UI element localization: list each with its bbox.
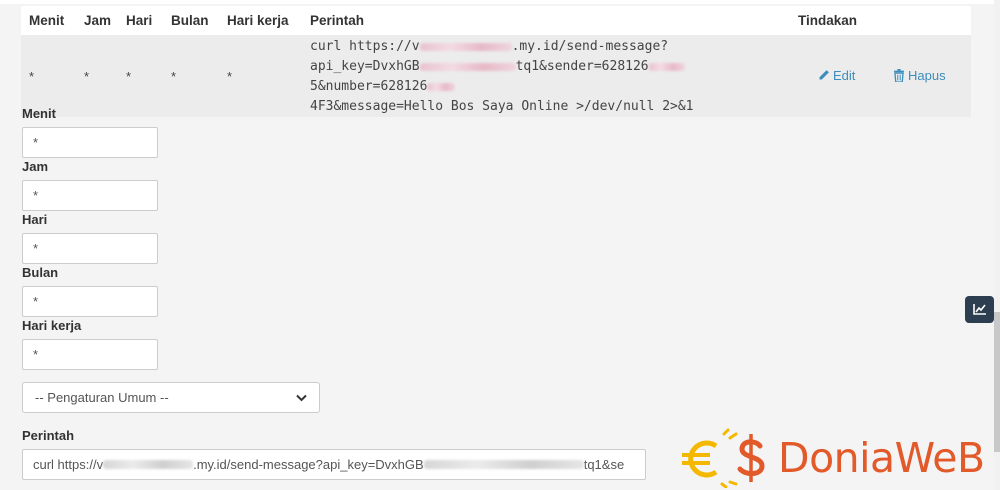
day-label: Hari [22,212,48,227]
top-strip [0,0,994,4]
header-month: Bulan [163,6,219,35]
header-minute: Menit [21,6,76,35]
redacted-text [103,460,194,469]
cell-command: curl https://v .my.id/send-message? api_k… [302,35,790,117]
command-line-1: curl https://v .my.id/send-message? [310,39,669,54]
redacted-text [419,42,512,51]
trash-icon [894,68,904,82]
scrollbar-thumb[interactable] [994,312,1000,452]
command-line-2: api_key=DvxhGB tq1&sender=6281265&number=… [310,57,790,97]
redacted-text [419,62,516,71]
stats-side-button[interactable] [965,296,994,323]
command-line-3: 4F3&message=Hello Bos Saya Online >/dev/… [310,99,694,114]
redacted-text [427,82,456,91]
header-command: Perintah [302,6,790,35]
month-input[interactable] [22,286,158,317]
cell-month: * [163,35,219,117]
cell-delete: Hapus [865,35,971,117]
cell-day: * [118,35,163,117]
table-header-row: Menit Jam Hari Bulan Hari kerja Perintah… [21,6,971,35]
chevron-down-icon [296,394,307,401]
table-row: * * * * * curl https://v .my.id/send-mess… [21,35,971,117]
cell-edit: Edit [790,35,865,117]
command-input[interactable]: curl https://v .my.id/send-message?api_ke… [22,449,646,480]
hour-label: Jam [22,159,49,174]
header-hour: Jam [76,6,118,35]
minute-input[interactable] [22,127,158,158]
preset-select[interactable]: -- Pengaturan Umum -- [22,382,320,413]
watermark-logo: DoniaWeB [676,428,996,488]
minute-label: Menit [22,106,56,121]
cell-hour: * [76,35,118,117]
redacted-text [423,460,584,469]
chart-line-icon [973,304,986,315]
header-actions: Tindakan [790,6,971,35]
cell-minute: * [21,35,76,117]
header-day: Hari [118,6,163,35]
command-label: Perintah [22,428,75,443]
cell-weekday: * [219,35,302,117]
delete-link[interactable]: Hapus [893,68,946,83]
redacted-text [648,62,685,71]
month-label: Bulan [22,265,59,280]
day-input[interactable] [22,233,158,264]
preset-selected-value: -- Pengaturan Umum -- [35,390,169,405]
pencil-icon [819,70,829,80]
brand-wordmark: DoniaWeB [778,434,985,482]
header-weekday: Hari kerja [219,6,302,35]
cron-jobs-page: Menit Jam Hari Bulan Hari kerja Perintah… [0,0,1000,490]
hour-input[interactable] [22,180,158,211]
edit-link[interactable]: Edit [818,68,855,83]
weekday-input[interactable] [22,339,158,370]
cron-table: Menit Jam Hari Bulan Hari kerja Perintah… [21,6,971,117]
currency-logo-icon [682,428,765,488]
weekday-label: Hari kerja [22,318,82,333]
